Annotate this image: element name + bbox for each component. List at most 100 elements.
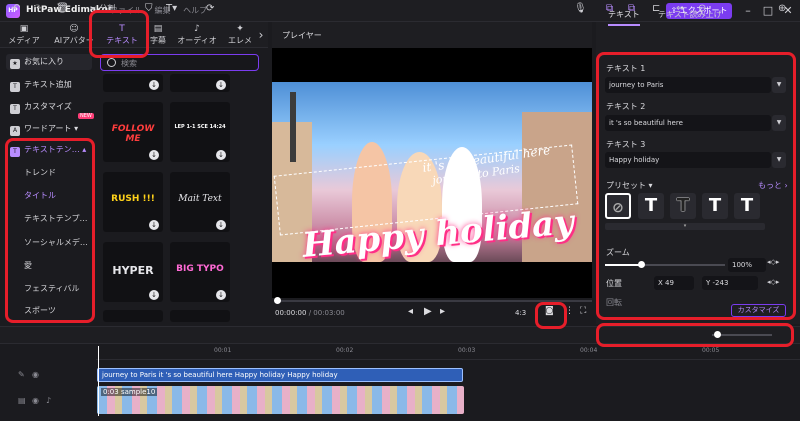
link-icon[interactable]: ⧉ bbox=[628, 1, 635, 17]
download-icon: ↓ bbox=[149, 150, 159, 160]
ruler-tick: 00:05 bbox=[702, 347, 720, 354]
tile-label: HYPER bbox=[112, 264, 154, 277]
time-separator: / bbox=[308, 309, 312, 317]
pin-icon[interactable]: ✎ bbox=[18, 370, 25, 379]
timecode: 00:00:00 / 00:03:00 bbox=[275, 309, 345, 317]
video-track-icon[interactable]: ▤ bbox=[18, 396, 26, 405]
template-tile-mait[interactable]: Mait Text ↓ bbox=[170, 172, 230, 232]
template-tile[interactable]: ↓ bbox=[170, 74, 230, 92]
highlight-text-tab bbox=[89, 10, 149, 58]
maximize-icon[interactable]: □ bbox=[760, 3, 776, 19]
tab-subtitle[interactable]: ▤ 字幕 bbox=[146, 24, 170, 46]
zoom-in-icon[interactable]: ⊕ bbox=[778, 1, 786, 17]
search-placeholder: 検索 bbox=[121, 59, 137, 68]
mic-icon[interactable]: 🎙 bbox=[574, 1, 587, 17]
element-icon: ✦ bbox=[236, 24, 244, 34]
sidebar-item-favorites[interactable]: ★ お気に入り bbox=[6, 54, 92, 70]
download-icon: ↓ bbox=[149, 290, 159, 300]
video-clip-label: 0:03 sample10 bbox=[101, 388, 158, 396]
highlight-timeline-tools bbox=[596, 323, 794, 347]
player-title: プレイヤー bbox=[282, 31, 322, 40]
text-clip[interactable]: journey to Paris it 's so beautiful here… bbox=[97, 368, 463, 382]
video-preview[interactable]: it 's so beautiful here journey to Paris… bbox=[272, 82, 592, 262]
search-icon bbox=[107, 58, 116, 67]
template-tile[interactable] bbox=[170, 310, 230, 322]
text-style-icon[interactable]: T▾ bbox=[166, 1, 177, 17]
tile-label: Mait Text bbox=[178, 194, 222, 204]
tab-media[interactable]: ▣ メディア bbox=[4, 24, 44, 46]
sidebar-label: カスタマイズ bbox=[24, 102, 72, 111]
download-icon: ↓ bbox=[149, 220, 159, 230]
fit-icon[interactable]: ⇔ bbox=[676, 1, 684, 17]
template-tile[interactable]: ↓ bbox=[103, 74, 163, 92]
template-tile-rush[interactable]: RUSH !!! ↓ bbox=[103, 172, 163, 232]
sidebar-item-wordart[interactable]: A ワードアート ▾ bbox=[6, 121, 92, 137]
template-tile-lep[interactable]: LEP 1-1 SCE 14:24 ↓ bbox=[170, 102, 230, 162]
ruler-tick: 00:01 bbox=[214, 347, 232, 354]
highlight-sidebar-template bbox=[5, 138, 95, 323]
timeline-ruler[interactable]: 00:01 00:02 00:03 00:04 00:05 bbox=[96, 346, 800, 360]
redo-icon[interactable]: ↷ bbox=[34, 1, 42, 17]
tile-label: RUSH !!! bbox=[111, 194, 155, 204]
tab-label: 字幕 bbox=[150, 36, 166, 45]
zoom-out-icon[interactable]: ⊖ bbox=[698, 1, 706, 17]
wordart-icon: A bbox=[10, 126, 20, 136]
player-letterbox-bottom bbox=[272, 262, 592, 298]
download-icon: ↓ bbox=[216, 290, 226, 300]
ruler-tick: 00:02 bbox=[336, 347, 354, 354]
template-tile-hyper[interactable]: HYPER ↓ bbox=[103, 242, 163, 302]
star-icon: ★ bbox=[10, 59, 20, 69]
sidebar-item-add-text[interactable]: T テキスト追加 bbox=[6, 77, 92, 93]
play-icon[interactable]: ▶ bbox=[424, 306, 432, 317]
sidebar-label: お気に入り bbox=[24, 57, 64, 66]
sidebar-label: ワードアート bbox=[24, 124, 72, 133]
delete-icon[interactable]: 🗑 bbox=[56, 1, 69, 17]
download-icon: ↓ bbox=[216, 80, 226, 90]
tab-audio[interactable]: ♪ オーディオ bbox=[174, 24, 220, 46]
template-tile[interactable] bbox=[103, 310, 163, 322]
track-header-video: ▤ ◉ ♪ bbox=[0, 394, 92, 416]
ruler-tick: 00:03 bbox=[458, 347, 476, 354]
track-icon[interactable]: ⊏ bbox=[652, 1, 660, 17]
speed-icon[interactable]: ⟳ bbox=[206, 1, 214, 17]
tile-label: LEP 1-1 SCE 14:24 bbox=[174, 124, 226, 130]
next-frame-icon[interactable]: ▸ bbox=[440, 306, 445, 317]
minimize-icon[interactable]: – bbox=[740, 3, 756, 19]
media-icon: ▣ bbox=[19, 24, 29, 34]
highlight-properties bbox=[596, 52, 796, 320]
current-time: 00:00:00 bbox=[275, 309, 307, 317]
player-header: プレイヤー bbox=[272, 22, 592, 48]
sidebar-label: テキスト追加 bbox=[24, 80, 72, 89]
text-add-icon: T bbox=[10, 82, 20, 92]
menu-help[interactable]: ヘルプ bbox=[183, 6, 207, 15]
tab-element[interactable]: ✦ エレメ bbox=[224, 24, 256, 46]
playhead[interactable] bbox=[98, 346, 99, 416]
undo-icon[interactable]: ↶ bbox=[12, 1, 20, 17]
eye-icon[interactable]: ◉ bbox=[32, 370, 39, 379]
customize-icon: T bbox=[10, 104, 20, 114]
chevron-right-icon[interactable]: › bbox=[256, 24, 266, 46]
download-icon: ↓ bbox=[216, 220, 226, 230]
video-clip[interactable]: 0:03 sample10 bbox=[97, 386, 464, 414]
aspect-ratio[interactable]: 4:3 bbox=[515, 309, 526, 317]
download-icon: ↓ bbox=[216, 150, 226, 160]
prev-frame-icon[interactable]: ◂ bbox=[408, 306, 413, 317]
download-icon: ↓ bbox=[149, 80, 159, 90]
eye-icon[interactable]: ◉ bbox=[32, 396, 39, 405]
audio-track-icon[interactable]: ♪ bbox=[46, 396, 51, 405]
ruler-tick: 00:04 bbox=[580, 347, 598, 354]
tab-label: オーディオ bbox=[177, 36, 217, 45]
subtitle-icon: ▤ bbox=[153, 24, 163, 34]
template-tile-big-typo[interactable]: BIG TYPO ↓ bbox=[170, 242, 230, 302]
tab-label: エレメ bbox=[228, 36, 252, 45]
tile-label: FOLLOW ME bbox=[111, 124, 155, 144]
track-header-text: ✎ ◉ bbox=[0, 368, 92, 390]
tab-tts[interactable]: テキスト読み上げ bbox=[658, 9, 722, 20]
template-tile-follow-me[interactable]: FOLLOW ME ↓ bbox=[103, 102, 163, 162]
player-letterbox-top bbox=[272, 48, 592, 82]
fullscreen-icon[interactable]: ⛶ bbox=[580, 306, 586, 316]
progress-knob[interactable] bbox=[274, 297, 281, 304]
highlight-snapshot bbox=[535, 302, 567, 329]
tile-label: BIG TYPO bbox=[176, 264, 224, 274]
snap-icon[interactable]: ⧉ bbox=[606, 1, 613, 17]
